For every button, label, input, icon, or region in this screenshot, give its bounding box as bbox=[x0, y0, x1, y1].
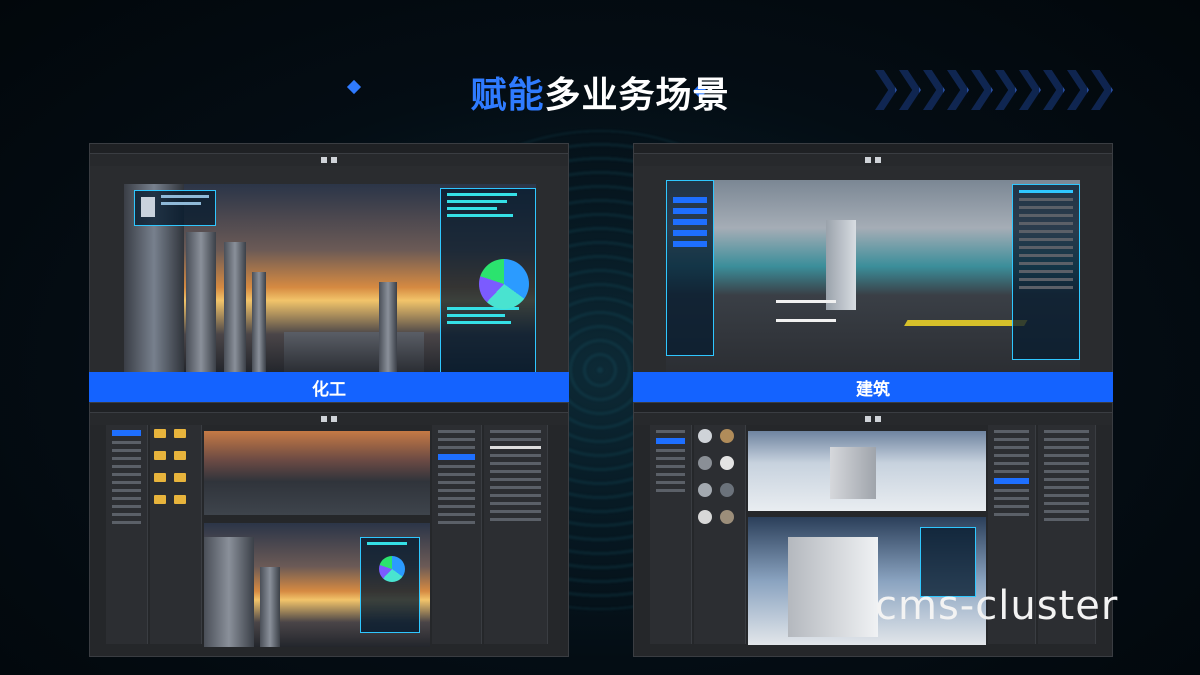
asset-tree[interactable] bbox=[650, 425, 692, 644]
decorative-chevrons bbox=[875, 70, 1113, 110]
chevron-icon bbox=[947, 70, 969, 110]
play-icon[interactable] bbox=[321, 157, 327, 163]
material-stats-hud bbox=[360, 537, 420, 633]
scene-view[interactable] bbox=[204, 431, 430, 515]
pause-icon[interactable] bbox=[875, 157, 881, 163]
pause-icon[interactable] bbox=[331, 157, 337, 163]
toolbar bbox=[90, 413, 568, 425]
tower-column bbox=[224, 242, 246, 372]
menu-bar bbox=[90, 144, 568, 154]
page-title: 赋能多业务场景 bbox=[470, 66, 729, 118]
menu-bar bbox=[634, 403, 1112, 413]
chevron-icon bbox=[1091, 70, 1113, 110]
game-view[interactable] bbox=[204, 523, 430, 647]
menu-bar bbox=[634, 144, 1112, 154]
chevron-icon bbox=[1019, 70, 1041, 110]
building-3d-viewport[interactable] bbox=[666, 180, 1080, 372]
inspector-panel[interactable] bbox=[484, 425, 548, 644]
material-browser[interactable] bbox=[694, 425, 746, 644]
tower-scaffold bbox=[186, 232, 216, 372]
chevron-icon bbox=[995, 70, 1017, 110]
toolbar bbox=[634, 154, 1112, 166]
crosswalk bbox=[776, 300, 836, 322]
play-icon[interactable] bbox=[865, 157, 871, 163]
toolbar bbox=[634, 413, 1112, 425]
chevron-icon bbox=[923, 70, 945, 110]
yellow-lane bbox=[884, 320, 1028, 360]
building-app-window bbox=[633, 143, 1113, 373]
tower-column bbox=[379, 282, 397, 372]
chemical-app-window bbox=[89, 143, 569, 373]
chevron-icon bbox=[1067, 70, 1089, 110]
asset-tree[interactable] bbox=[106, 425, 148, 644]
chevron-icon bbox=[875, 70, 897, 110]
hierarchy-panel[interactable] bbox=[432, 425, 482, 644]
toolbar bbox=[90, 154, 568, 166]
title-highlight: 赋能 bbox=[470, 75, 545, 116]
tower-column bbox=[252, 272, 266, 372]
chevron-icon bbox=[1043, 70, 1065, 110]
plant-base bbox=[284, 332, 424, 372]
play-icon[interactable] bbox=[321, 416, 327, 422]
chemical-3d-viewport[interactable] bbox=[124, 184, 536, 372]
menu-bar bbox=[90, 403, 568, 413]
chevron-icon bbox=[971, 70, 993, 110]
avatar-icon bbox=[141, 197, 155, 217]
label-building: 建筑 bbox=[633, 372, 1113, 402]
left-menu-hud bbox=[666, 180, 714, 356]
material-stats-hud bbox=[440, 188, 536, 372]
chevron-icon bbox=[899, 70, 921, 110]
watermark-text: cms-cluster bbox=[875, 583, 1119, 629]
pie-chart bbox=[479, 259, 529, 309]
scene-view[interactable] bbox=[748, 431, 986, 511]
right-data-hud bbox=[1012, 184, 1080, 360]
asset-browser[interactable] bbox=[150, 425, 202, 644]
user-info-hud bbox=[134, 190, 216, 226]
play-icon[interactable] bbox=[865, 416, 871, 422]
title-rest: 多业务场景 bbox=[544, 75, 730, 116]
label-chemical: 化工 bbox=[89, 372, 569, 402]
pause-icon[interactable] bbox=[331, 416, 337, 422]
chemical-editor-window bbox=[89, 402, 569, 657]
pillar bbox=[826, 220, 856, 310]
pause-icon[interactable] bbox=[875, 416, 881, 422]
